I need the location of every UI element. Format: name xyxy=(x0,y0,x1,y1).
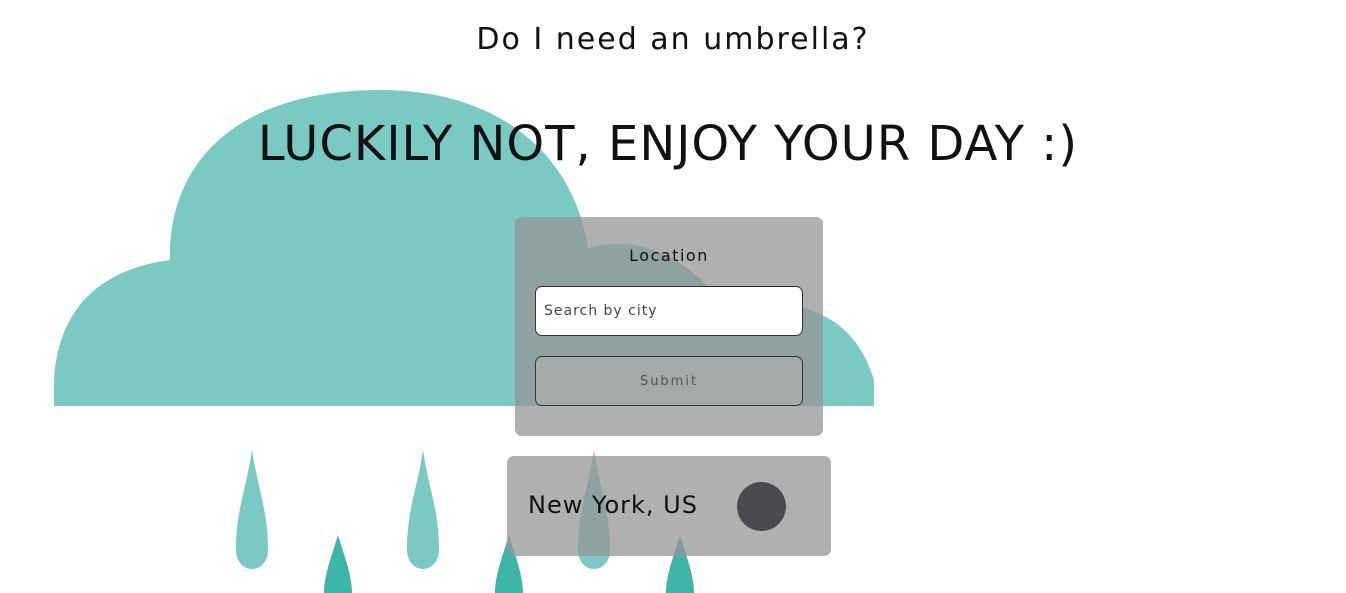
page-title: Do I need an umbrella? xyxy=(476,22,870,57)
weather-icon xyxy=(737,482,786,531)
raindrop-icon xyxy=(324,535,352,593)
raindrop-icon xyxy=(236,450,268,569)
submit-button[interactable]: Submit xyxy=(535,356,803,406)
search-input[interactable] xyxy=(535,286,803,336)
raindrop-icon xyxy=(407,450,439,569)
location-label: Location xyxy=(629,246,709,265)
umbrella-answer: LUCKILY NOT, ENJOY YOUR DAY :) xyxy=(257,116,1079,172)
weather-result-card: New York, US xyxy=(507,456,831,556)
location-form: Location Submit xyxy=(515,217,823,436)
city-label: New York, US xyxy=(528,491,698,519)
